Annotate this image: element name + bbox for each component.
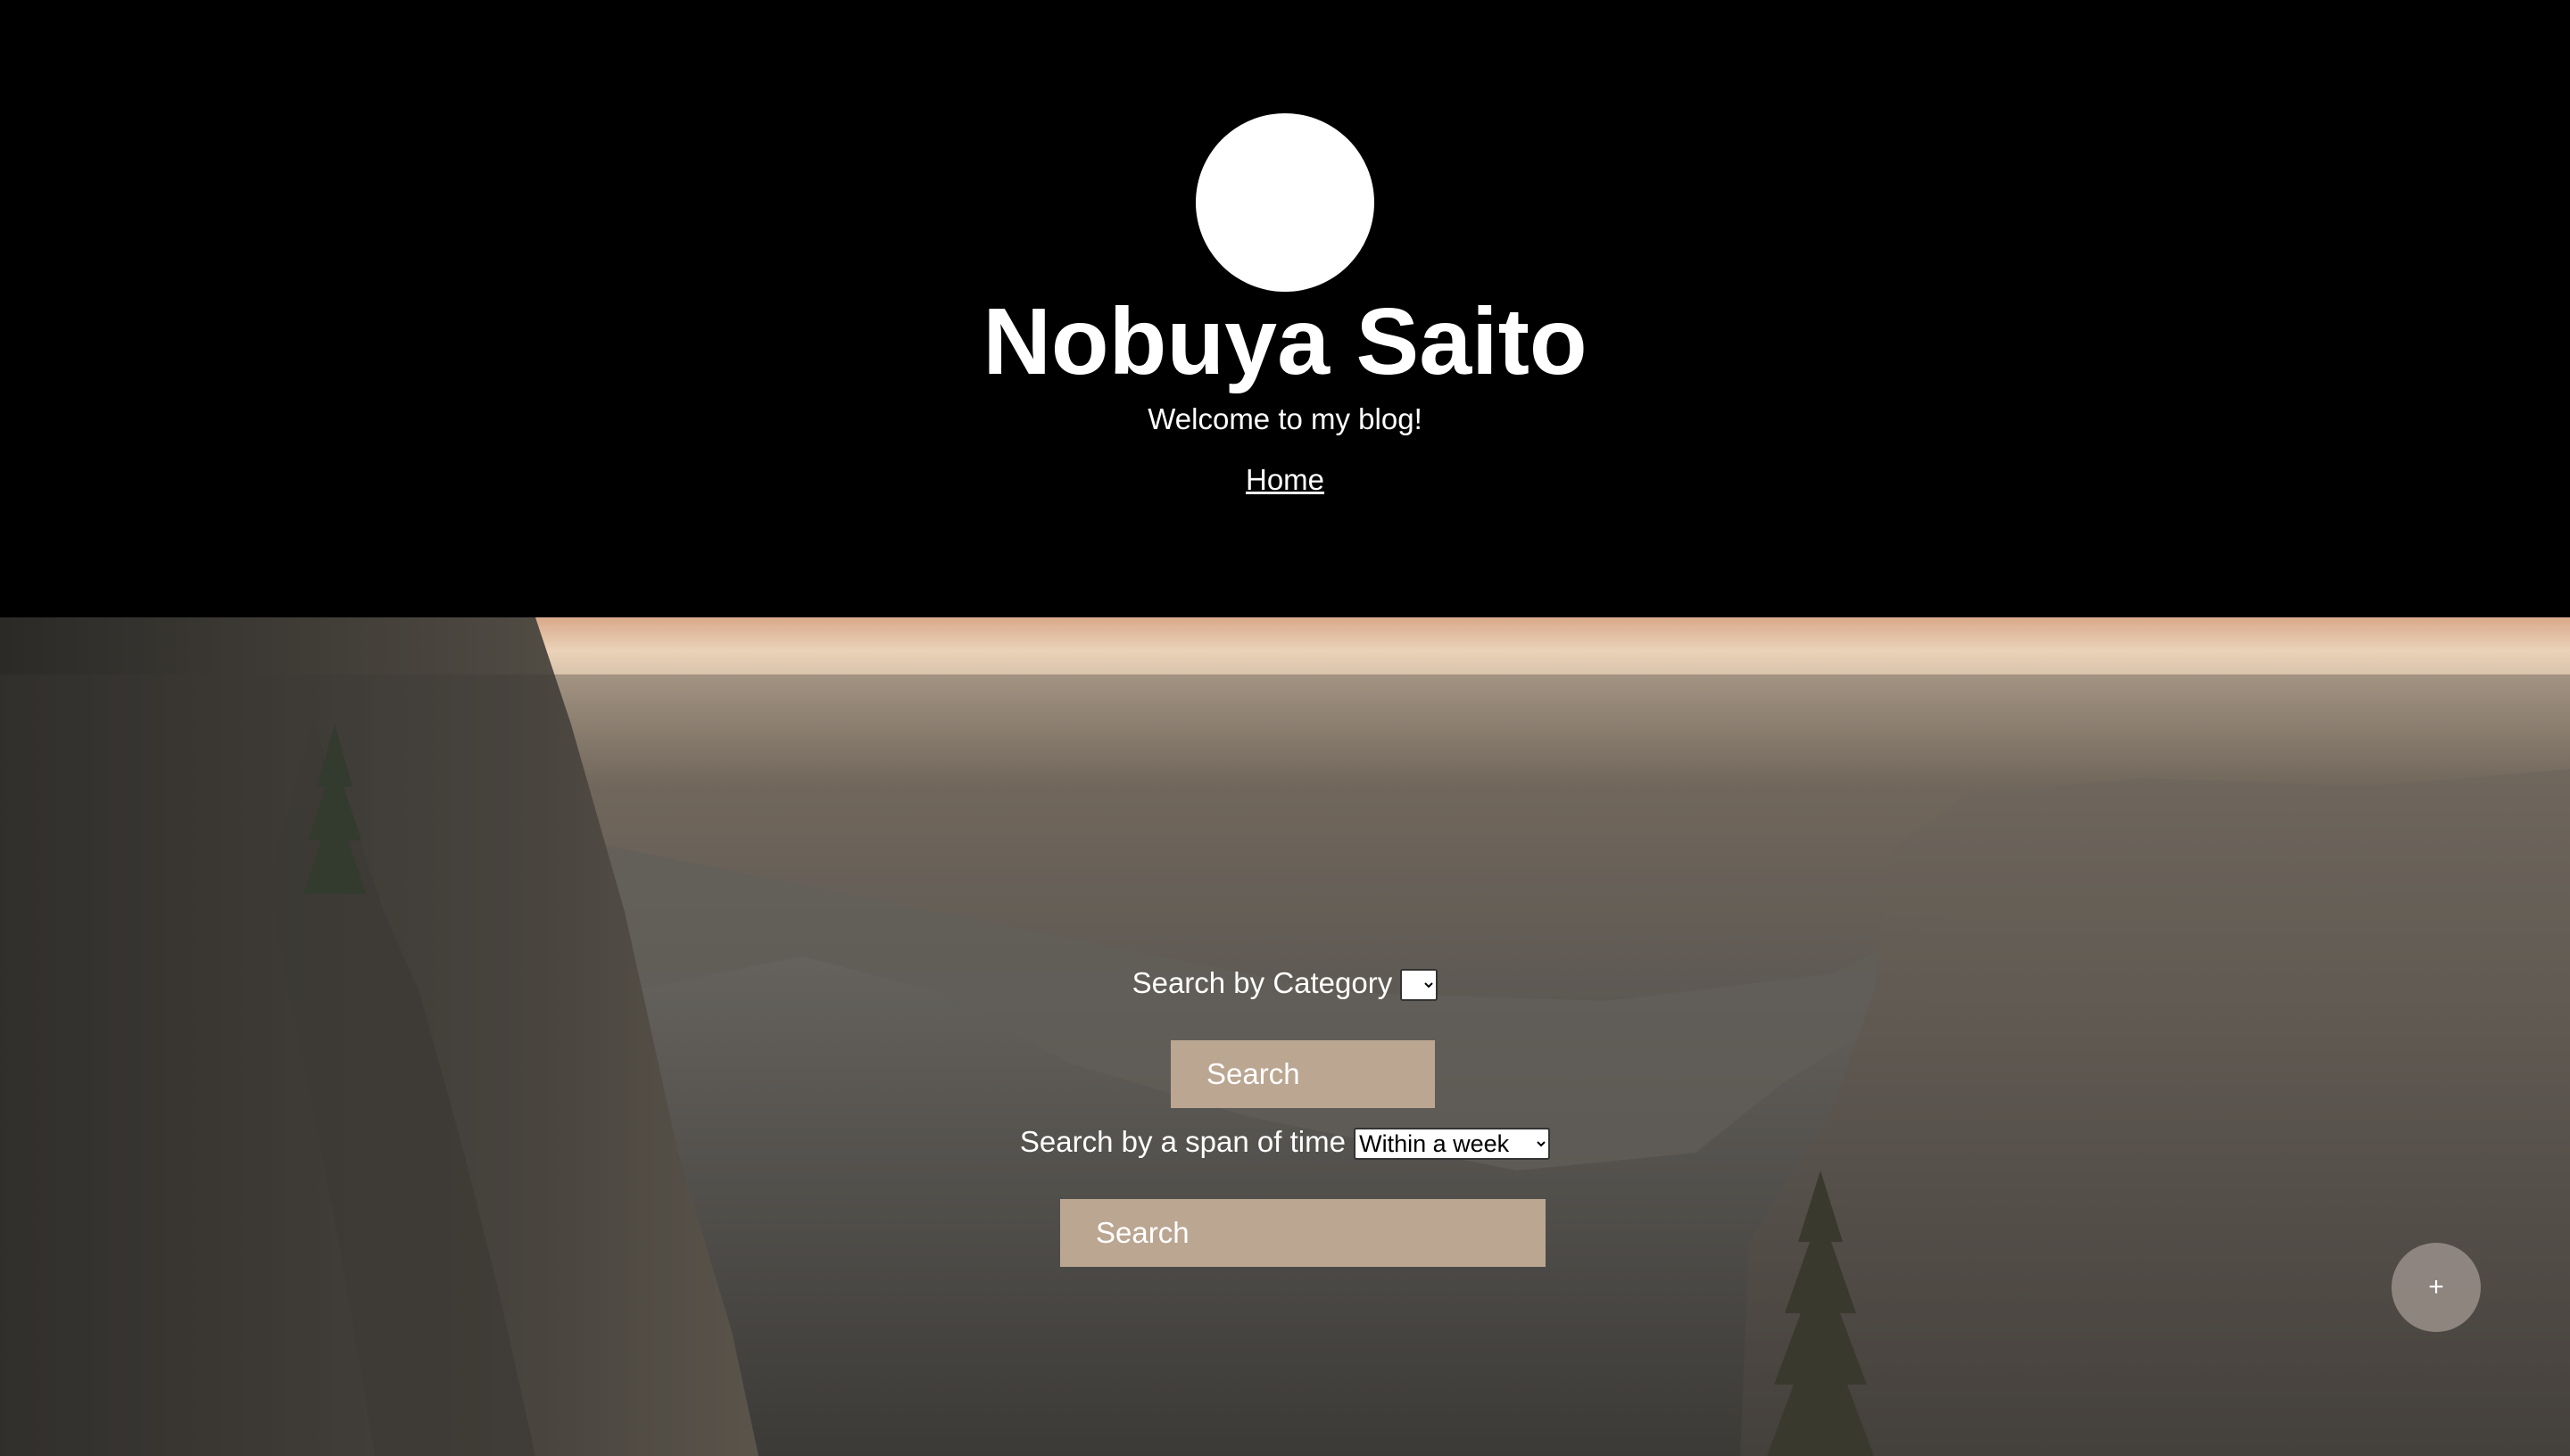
nav-home-link[interactable]: Home [1246,463,1324,496]
site-tagline: Welcome to my blog! [1148,402,1422,435]
category-label: Search by Category [1132,966,1393,999]
hero-background [0,617,2570,1456]
time-span-select[interactable]: Within a week [1354,1128,1551,1161]
site-header: Nobuya Saito Welcome to my blog! Home [0,0,2570,617]
time-search-row: Search by a span of time Within a week [0,1122,2570,1162]
site-title: Nobuya Saito [982,289,1588,394]
category-select[interactable] [1400,969,1438,1002]
avatar [1196,113,1374,292]
category-search-button[interactable]: Search [1171,1040,1435,1108]
time-span-label: Search by a span of time [1019,1125,1346,1158]
time-search-button[interactable]: Search [1060,1199,1546,1267]
category-search-row: Search by Category [0,964,2570,1003]
nav: Home [0,460,2570,500]
add-button[interactable]: + [2392,1243,2481,1332]
